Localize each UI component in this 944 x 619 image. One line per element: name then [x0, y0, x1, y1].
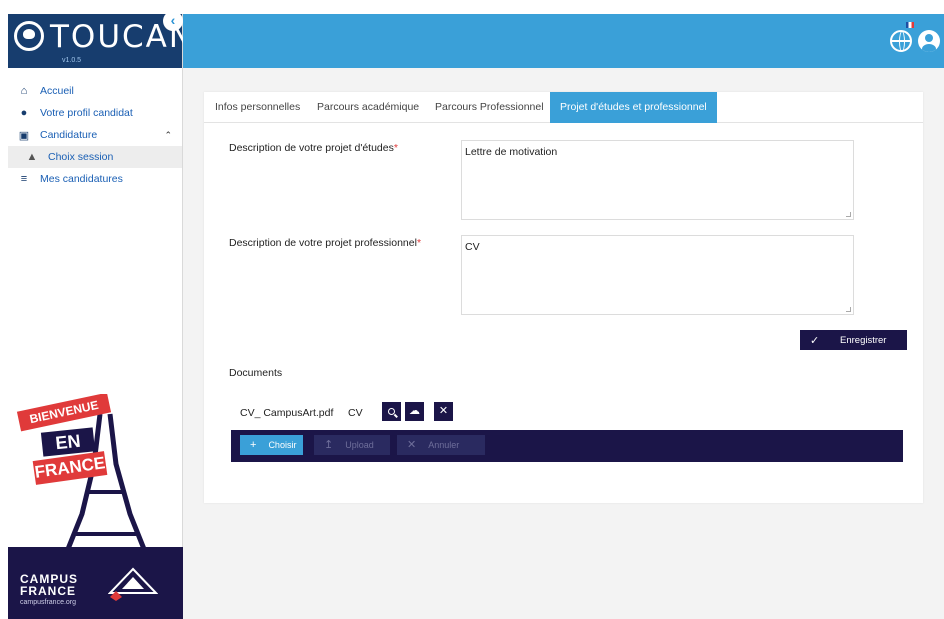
- tab-infos-personnelles[interactable]: Infos personnelles: [215, 92, 300, 123]
- pro-project-label: Description de votre projet professionne…: [229, 237, 421, 249]
- toucan-logo-icon: [14, 21, 44, 51]
- french-flag-icon: [906, 22, 914, 28]
- brand-version: v1.0.5: [62, 57, 82, 64]
- sidebar-menu: ⌂ Accueil ● Votre profil candidat ▣ Cand…: [8, 68, 182, 190]
- globe-icon[interactable]: [890, 30, 912, 52]
- brand-header: TOUCAN v1.0.5: [8, 14, 192, 68]
- pro-project-textarea[interactable]: CV: [461, 235, 854, 315]
- campus-france-logo: CAMPUS FRANCE campusfrance.org: [8, 547, 183, 619]
- user-circle-icon[interactable]: [918, 30, 940, 52]
- save-button[interactable]: ✓ Enregistrer: [800, 330, 907, 350]
- sidebar-item-label: Accueil: [40, 85, 74, 97]
- upload-icon: ↥: [324, 439, 334, 451]
- download-document-button[interactable]: ☁: [405, 402, 424, 421]
- tab-projet-etudes[interactable]: Projet d'études et professionnel: [550, 92, 717, 123]
- study-project-label-text: Description de votre projet d'études: [229, 142, 394, 154]
- chevron-up-icon: ⌃: [164, 129, 172, 140]
- tab-parcours-academique[interactable]: Parcours académique: [317, 92, 419, 123]
- view-document-button[interactable]: [382, 402, 401, 421]
- resize-grip-icon[interactable]: [846, 307, 851, 312]
- sidebar-item-label: Candidature: [40, 129, 98, 141]
- campus-name: CAMPUS FRANCE: [20, 573, 78, 597]
- delete-document-button[interactable]: ✕: [434, 402, 453, 421]
- sidebar-item-profil[interactable]: ● Votre profil candidat: [8, 102, 182, 124]
- tab-bar: Infos personnelles Parcours académique P…: [204, 92, 923, 123]
- save-button-label: Enregistrer: [840, 334, 887, 346]
- sidebar-item-candidature[interactable]: ▣ Candidature ⌃: [8, 124, 182, 146]
- file-upload-toolbar: + Choisir ↥ Upload ✕ Annuler: [231, 430, 903, 462]
- sidebar-item-label: Votre profil candidat: [40, 107, 133, 119]
- form-card: Infos personnelles Parcours académique P…: [204, 92, 923, 503]
- application-icon: ▣: [18, 129, 30, 142]
- required-mark: *: [416, 237, 422, 249]
- choose-file-button[interactable]: + Choisir: [240, 435, 303, 455]
- sidebar: TOUCAN v1.0.5 ⌂ Accueil ● Votre profil c…: [8, 14, 192, 619]
- home-icon: ⌂: [20, 85, 28, 97]
- graduation-cap-icon: ▲: [26, 151, 38, 163]
- search-icon: [388, 408, 395, 415]
- sidebar-item-accueil[interactable]: ⌂ Accueil: [8, 80, 182, 102]
- plus-icon: +: [250, 439, 257, 451]
- documents-title: Documents: [229, 367, 283, 379]
- main-content: Infos personnelles Parcours académique P…: [183, 68, 944, 619]
- document-file-type: CV: [348, 407, 363, 419]
- diamond-pattern-icon: [108, 567, 158, 601]
- cancel-label: Annuler: [428, 440, 460, 450]
- user-icon: ●: [20, 107, 28, 119]
- pro-project-value: CV: [465, 241, 480, 253]
- upload-label: Upload: [345, 440, 374, 450]
- resize-grip-icon[interactable]: [846, 212, 851, 217]
- close-icon: ✕: [407, 439, 417, 451]
- top-bar: [183, 14, 944, 68]
- study-project-label: Description de votre projet d'études*: [229, 142, 398, 154]
- required-mark: *: [393, 142, 398, 154]
- campus-name-line-2: FRANCE: [20, 584, 76, 598]
- welcome-poster: BIENVENUE EN FRANCE CAMPUS FRANCE campus…: [8, 394, 183, 619]
- collapse-sidebar-button[interactable]: ‹: [163, 11, 183, 31]
- check-icon: ✓: [810, 334, 820, 347]
- cancel-upload-button[interactable]: ✕ Annuler: [397, 435, 485, 455]
- campus-url: campusfrance.org: [20, 599, 77, 606]
- pro-project-label-text: Description de votre projet professionne…: [229, 237, 417, 249]
- sidebar-item-mes-candidatures[interactable]: ≡ Mes candidatures: [8, 168, 182, 190]
- tab-parcours-professionnel[interactable]: Parcours Professionnel: [435, 92, 544, 123]
- sidebar-item-choix-session[interactable]: ▲ Choix session: [8, 146, 182, 168]
- sidebar-item-label: Choix session: [48, 151, 114, 163]
- sidebar-item-label: Mes candidatures: [40, 173, 123, 185]
- choose-label: Choisir: [268, 440, 297, 450]
- cloud-download-icon: ☁: [409, 405, 420, 417]
- study-project-value: Lettre de motivation: [465, 146, 558, 158]
- list-icon: ≡: [20, 173, 28, 185]
- close-icon: ✕: [438, 405, 449, 417]
- upload-button[interactable]: ↥ Upload: [314, 435, 390, 455]
- study-project-textarea[interactable]: Lettre de motivation: [461, 140, 854, 220]
- document-file-name: CV_ CampusArt.pdf: [240, 407, 334, 419]
